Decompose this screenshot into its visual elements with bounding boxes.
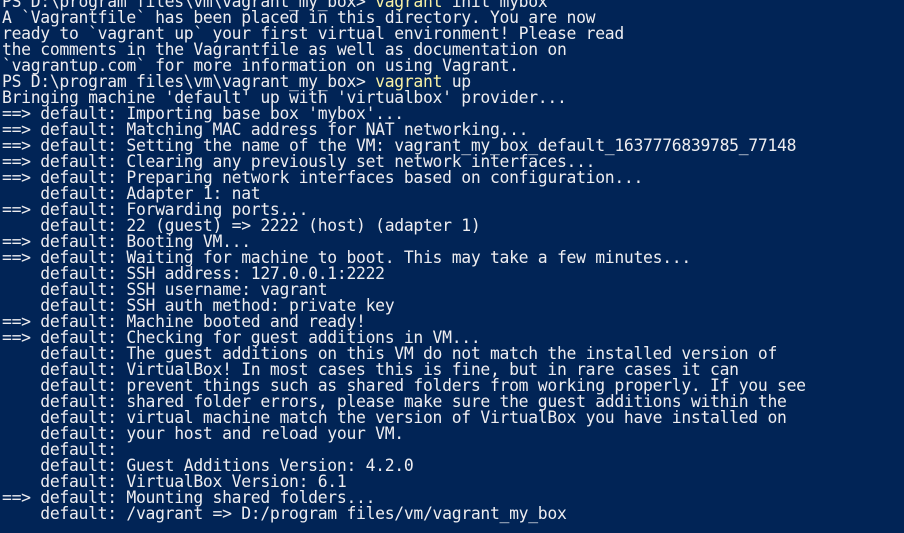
terminal-output-line: default: your host and reload your VM. xyxy=(2,424,404,443)
terminal-output-line: default: /vagrant => D:/program files/vm… xyxy=(2,504,567,523)
terminal-window[interactable]: PS D:\program files\vm\vagrant_my_box> v… xyxy=(0,0,904,527)
